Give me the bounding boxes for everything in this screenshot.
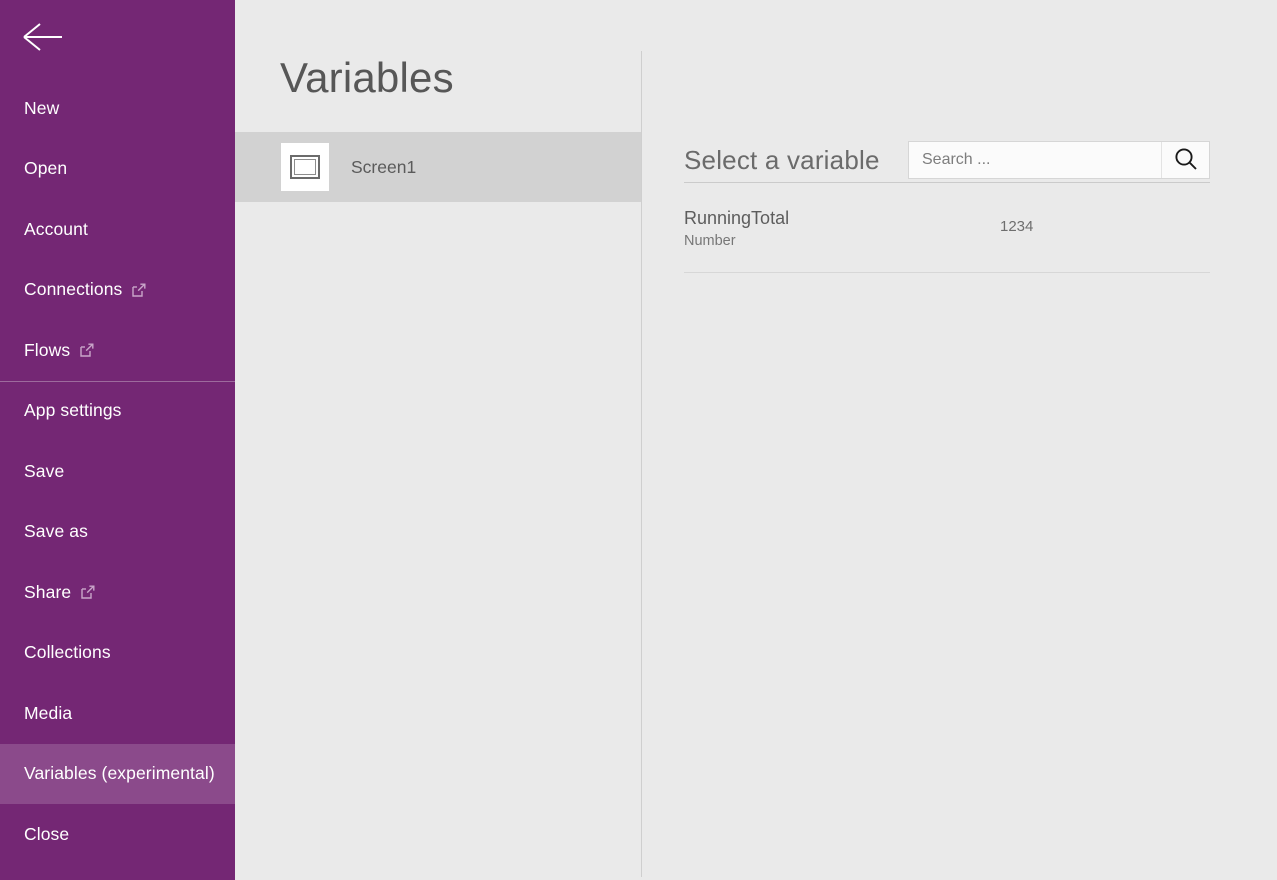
sidebar-nav-list: New Open Account Connections Flows App s… [0, 78, 235, 865]
variable-value-label: 1234 [1000, 218, 1034, 235]
variable-list-item[interactable]: RunningTotal Number 1234 [684, 183, 1210, 272]
sidebar-item-label: Save [24, 460, 65, 481]
sidebar: New Open Account Connections Flows App s… [0, 0, 235, 880]
sidebar-item-app-settings[interactable]: App settings [0, 380, 235, 442]
sidebar-item-save[interactable]: Save [0, 441, 235, 502]
back-button[interactable] [0, 0, 235, 78]
open-in-new-window-icon [80, 341, 94, 357]
sidebar-item-label: Connections [24, 279, 123, 300]
variables-panel: Select a variable RunningTotal Number 12… [642, 0, 1277, 880]
sidebar-item-label: Share [24, 581, 72, 602]
sidebar-item-label: Account [24, 218, 88, 239]
sidebar-item-label: Flows [24, 339, 71, 360]
sidebar-item-label: App settings [24, 400, 122, 421]
search-input[interactable] [909, 141, 1161, 179]
variable-type-label: Number [684, 233, 736, 249]
sidebar-item-save-as[interactable]: Save as [0, 502, 235, 563]
sidebar-item-account[interactable]: Account [0, 199, 235, 260]
sidebar-item-connections[interactable]: Connections [0, 260, 235, 321]
sidebar-item-label: Collections [24, 642, 111, 663]
sidebar-item-open[interactable]: Open [0, 139, 235, 200]
sidebar-item-label: Media [24, 702, 73, 723]
sidebar-item-variables[interactable]: Variables (experimental) [0, 743, 235, 804]
screens-panel: Variables Screen1 [235, 0, 641, 880]
sidebar-item-label: New [24, 97, 60, 118]
sidebar-item-collections[interactable]: Collections [0, 623, 235, 684]
screen-list-item[interactable]: Screen1 [235, 132, 641, 202]
open-in-new-window-icon [132, 281, 146, 297]
sidebar-item-new[interactable]: New [0, 78, 235, 139]
page-title: Variables [280, 54, 454, 101]
open-in-new-window-icon [81, 583, 95, 599]
screen-thumbnail-icon [281, 143, 329, 191]
app-root: New Open Account Connections Flows App s… [0, 0, 1277, 880]
arrow-left-icon [22, 22, 66, 57]
sidebar-item-media[interactable]: Media [0, 683, 235, 744]
sidebar-item-close[interactable]: Close [0, 804, 235, 865]
screen-name-label: Screen1 [351, 156, 417, 177]
search-button[interactable] [1161, 142, 1209, 178]
search-box[interactable] [908, 141, 1210, 179]
variables-header: Select a variable [684, 138, 1210, 182]
sidebar-item-label: Variables (experimental) [24, 763, 215, 784]
variable-row-separator [684, 272, 1210, 273]
sidebar-item-label: Close [24, 823, 70, 844]
sidebar-item-label: Save as [24, 521, 88, 542]
sidebar-item-flows[interactable]: Flows [0, 320, 235, 381]
select-variable-label: Select a variable [684, 145, 880, 175]
sidebar-item-share[interactable]: Share [0, 562, 235, 623]
sidebar-item-label: Open [24, 158, 68, 179]
variable-name-label: RunningTotal [684, 208, 790, 228]
search-icon [1173, 146, 1199, 175]
